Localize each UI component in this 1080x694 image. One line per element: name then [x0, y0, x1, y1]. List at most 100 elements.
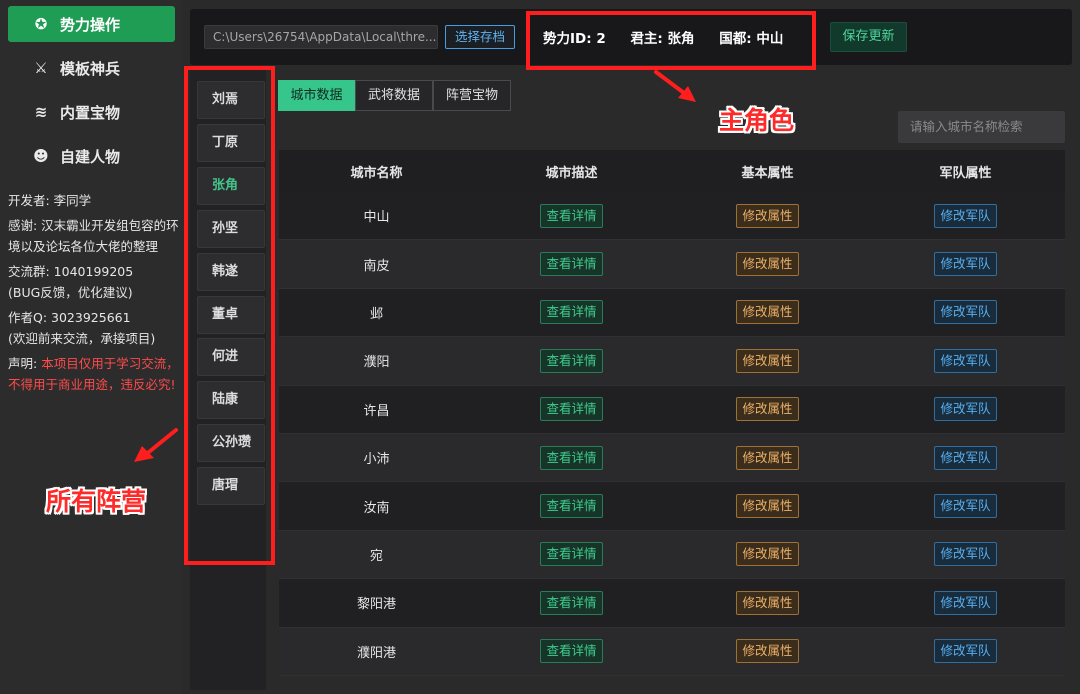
city-description-cell: 查看详情	[474, 300, 669, 325]
annotation-arrow-factions	[134, 428, 178, 462]
city-name-cell: 濮阳	[363, 355, 390, 371]
view-details-button[interactable]: 查看详情	[540, 397, 603, 422]
edit-attributes-button[interactable]: 修改属性	[736, 348, 799, 373]
city-description-cell: 查看详情	[474, 348, 669, 373]
table-row: 濮阳 查看详情 修改属性 修改军队	[279, 337, 1065, 386]
view-details-button[interactable]: 查看详情	[540, 542, 603, 567]
edit-army-button[interactable]: 修改军队	[934, 300, 997, 325]
army-attributes-cell: 修改军队	[866, 445, 1065, 470]
author-note-text: (欢迎前来交流，承接项目)	[8, 331, 156, 346]
group-note-text: (BUG反馈，优化建议)	[8, 285, 133, 300]
basic-attributes-cell: 修改属性	[669, 445, 866, 470]
city-description-cell: 查看详情	[474, 542, 669, 567]
edit-army-button[interactable]: 修改军队	[934, 252, 997, 277]
nav-item-builtin-treasures[interactable]: ≋ 内置宝物	[8, 94, 175, 130]
view-details-button[interactable]: 查看详情	[540, 590, 603, 615]
author-qq-text: 作者Q: 3023925661	[8, 310, 131, 325]
edit-attributes-button[interactable]: 修改属性	[736, 203, 799, 228]
city-description-cell: 查看详情	[474, 203, 669, 228]
basic-attributes-cell: 修改属性	[669, 300, 866, 325]
annotation-arrow-main-role	[654, 70, 696, 102]
city-name-cell: 小沛	[363, 452, 390, 468]
table-header: 城市名称 城市描述 基本属性 军队属性	[279, 150, 1065, 192]
column-header: 基本属性	[741, 165, 794, 181]
city-name-cell: 中山	[363, 210, 390, 226]
army-attributes-cell: 修改军队	[866, 300, 1065, 325]
basic-attributes-cell: 修改属性	[669, 590, 866, 615]
nav-item-label: 势力操作	[60, 15, 121, 34]
edit-attributes-button[interactable]: 修改属性	[736, 397, 799, 422]
edit-army-button[interactable]: 修改军队	[934, 494, 997, 519]
edit-army-button[interactable]: 修改军队	[934, 445, 997, 470]
basic-attributes-cell: 修改属性	[669, 639, 866, 664]
nav-item-label: 自建人物	[60, 147, 121, 166]
city-name-cell: 南皮	[363, 258, 390, 274]
nav-item-custom-characters[interactable]: ☻ 自建人物	[8, 138, 175, 174]
info-panel: 开发者: 李同学 感谢: 汉末霸业开发组包容的环境以及论坛各位大佬的整理 交流群…	[8, 190, 180, 395]
table-body: 中山 查看详情 修改属性 修改军队 南皮 查看详情 修改属性 修改军队邺查看详情 修改属性 修改军…	[279, 192, 1065, 676]
nav-item-label: 内置宝物	[60, 103, 121, 122]
disclaimer-text: 声明: 本项目仅用于学习交流，不得用于商业用途，违反必究!	[8, 353, 180, 395]
layers-icon: ≋	[34, 103, 48, 121]
edit-army-button[interactable]: 修改军队	[934, 542, 997, 567]
army-attributes-cell: 修改军队	[866, 494, 1065, 519]
city-description-cell: 查看详情	[474, 639, 669, 664]
edit-attributes-button[interactable]: 修改属性	[736, 300, 799, 325]
view-details-button[interactable]: 查看详情	[540, 494, 603, 519]
tab-general-data[interactable]: 武将数据	[355, 80, 433, 111]
edit-army-button[interactable]: 修改军队	[934, 639, 997, 664]
edit-army-button[interactable]: 修改军队	[934, 590, 997, 615]
city-name-cell: 邺	[369, 306, 383, 322]
table-row: 黎阳港 查看详情 修改属性 修改军队	[279, 579, 1065, 628]
weapon-icon: ⚔	[34, 59, 48, 77]
view-details-button[interactable]: 查看详情	[540, 348, 603, 373]
basic-attributes-cell: 修改属性	[669, 494, 866, 519]
table-row: 汝南 查看详情 修改属性 修改军队	[279, 482, 1065, 531]
table-row: 小沛 查看详情 修改属性 修改军队	[279, 433, 1065, 483]
choose-save-button[interactable]: 选择存档	[445, 25, 515, 49]
edit-army-button[interactable]: 修改军队	[934, 203, 997, 228]
column-header: 军队属性	[939, 165, 992, 181]
city-table: 城市名称 城市描述 基本属性 军队属性 中山 查看详情 修改属性 修改军队 南皮 查看详情…	[279, 150, 1065, 676]
edit-army-button[interactable]: 修改军队	[934, 348, 997, 373]
view-details-button[interactable]: 查看详情	[540, 445, 603, 470]
edit-attributes-button[interactable]: 修改属性	[736, 590, 799, 615]
table-row: 许昌 查看详情 修改属性 修改军队	[279, 385, 1065, 434]
disclaimer-prefix: 声明:	[8, 356, 42, 371]
view-details-button[interactable]: 查看详情	[540, 252, 603, 277]
city-name-cell: 黎阳港	[356, 597, 396, 613]
nav-item-faction-operations[interactable]: ✪ 势力操作	[8, 6, 175, 42]
army-attributes-cell: 修改军队	[866, 348, 1065, 373]
nav-item-template-weapons[interactable]: ⚔ 模板神兵	[8, 50, 175, 86]
city-description-cell: 查看详情	[474, 252, 669, 277]
basic-attributes-cell: 修改属性	[669, 348, 866, 373]
edit-attributes-button[interactable]: 修改属性	[736, 252, 799, 277]
tab-faction-treasures[interactable]: 阵营宝物	[433, 80, 511, 111]
army-attributes-cell: 修改军队	[866, 590, 1065, 615]
left-navigation: ✪ 势力操作 ⚔ 模板神兵 ≋ 内置宝物 ☻ 自建人物 开发者: 李同学 感谢:…	[0, 0, 183, 694]
city-search-input[interactable]: 请输入城市名称检索	[898, 111, 1065, 143]
army-attributes-cell: 修改军队	[866, 203, 1065, 228]
edit-attributes-button[interactable]: 修改属性	[736, 542, 799, 567]
city-name-cell: 濮阳港	[356, 645, 396, 661]
edit-attributes-button[interactable]: 修改属性	[736, 445, 799, 470]
city-description-cell: 查看详情	[474, 590, 669, 615]
edit-army-button[interactable]: 修改军队	[934, 397, 997, 422]
army-attributes-cell: 修改军队	[866, 542, 1065, 567]
view-details-button[interactable]: 查看详情	[540, 300, 603, 325]
city-name-cell: 许昌	[363, 403, 390, 419]
army-attributes-cell: 修改军队	[866, 252, 1065, 277]
view-details-button[interactable]: 查看详情	[540, 203, 603, 228]
save-update-button[interactable]: 保存更新	[830, 22, 907, 52]
column-header: 城市名称	[350, 165, 403, 181]
swirl-icon: ✪	[34, 15, 48, 33]
army-attributes-cell: 修改军队	[866, 639, 1065, 664]
army-attributes-cell: 修改军队	[866, 397, 1065, 422]
view-details-button[interactable]: 查看详情	[540, 639, 603, 664]
basic-attributes-cell: 修改属性	[669, 203, 866, 228]
tab-city-data[interactable]: 城市数据	[278, 80, 355, 111]
edit-attributes-button[interactable]: 修改属性	[736, 494, 799, 519]
edit-attributes-button[interactable]: 修改属性	[736, 639, 799, 664]
save-path-input[interactable]: C:\Users\26754\AppData\Local\thre...	[204, 25, 438, 49]
basic-attributes-cell: 修改属性	[669, 542, 866, 567]
